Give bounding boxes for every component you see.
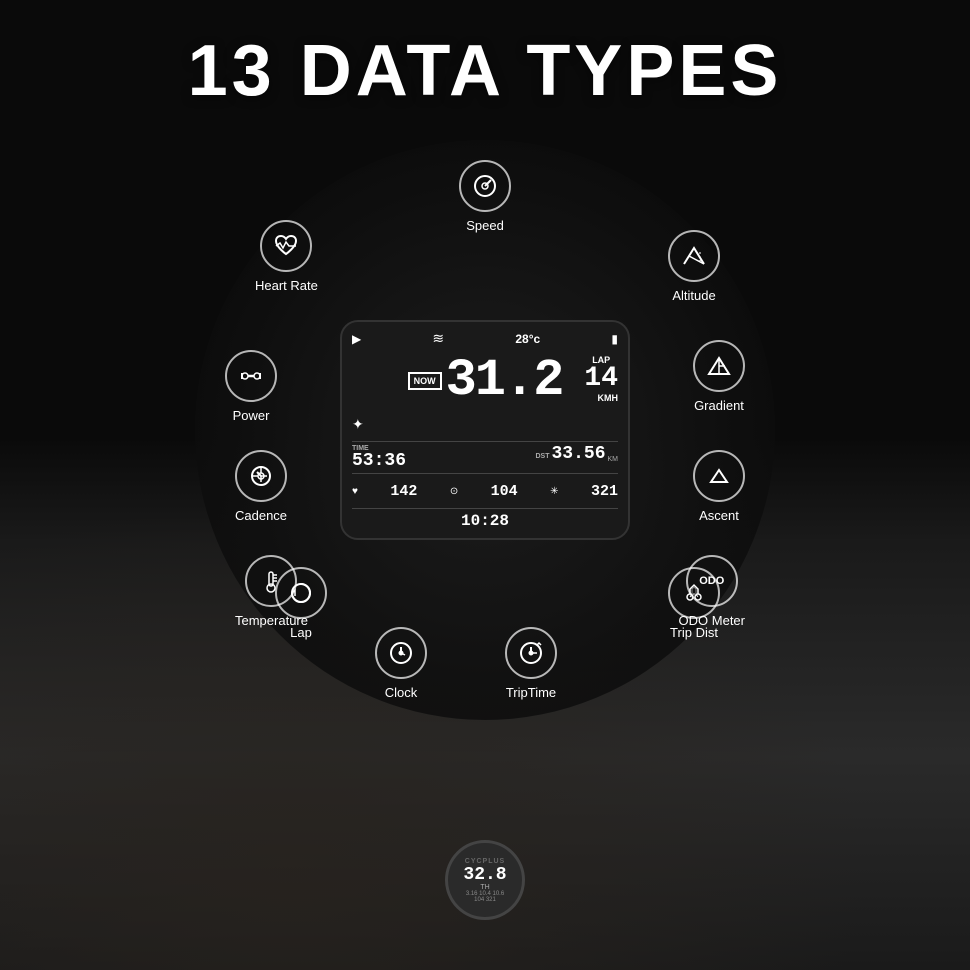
heart-rate-label: Heart Rate [255, 278, 318, 293]
brand-label: CYCPLUS [465, 858, 505, 865]
ascent-label: Ascent [699, 508, 739, 523]
play-icon: ▶ [352, 332, 361, 346]
clock-item: Clock [375, 627, 427, 700]
lap-item: Lap [275, 567, 327, 640]
trip-time-label: TripTime [506, 685, 556, 700]
gradient-item: Gradient [693, 340, 745, 413]
gradient-label: Gradient [694, 398, 744, 413]
lap-label-text: Lap [290, 625, 312, 640]
dst-label: DST [535, 453, 549, 460]
kmh-label: KMH [598, 393, 619, 403]
km-label: KM [608, 456, 619, 463]
small-device-unit: TH [480, 884, 489, 891]
power-value: 321 [591, 483, 618, 500]
trip-dist-label: Trip Dist [670, 625, 718, 640]
small-device: CYCPLUS 32.8 TH 3.16 10.4 10.6 104 321 [445, 840, 525, 920]
trip-dist-item: Trip Dist [668, 567, 720, 640]
speed-label: Speed [466, 218, 504, 233]
cadence-icon: ⊙ [450, 486, 458, 497]
power-icon: ✳ [550, 486, 558, 497]
power-item: Power [225, 350, 277, 423]
cadence-item: Cadence [235, 450, 287, 523]
dst-value: 33.56 [551, 445, 605, 463]
wave-icon: ≋ [432, 330, 444, 347]
time-value: 53:36 [352, 452, 406, 470]
power-label: Power [233, 408, 270, 423]
screen-connect-icon: ✦ [352, 416, 364, 433]
altitude-label: Altitude [672, 288, 715, 303]
small-device-speed: 32.8 [463, 866, 506, 884]
heart-icon: ♥ [352, 486, 358, 497]
cadence-value: 104 [491, 483, 518, 500]
device-screen: ▶ ≋ 28°c ▮ NOW 31.2 LAP 14 KMH ✦ TIME 53… [340, 320, 630, 540]
page-title: 13 DATA TYPES [0, 30, 970, 112]
heart-rate-value: 142 [390, 483, 417, 500]
screen-temperature: 28°c [515, 332, 540, 346]
heart-rate-item: Heart Rate [255, 220, 318, 293]
speed-item: Speed [459, 160, 511, 233]
trip-time-item: TripTime [505, 627, 557, 700]
screen-battery-icon: ▮ [611, 332, 618, 346]
screen-speed-value: 31.2 [446, 355, 563, 407]
small-device-data2: 104 321 [474, 897, 496, 903]
screen-clock-value: 10:28 [461, 512, 509, 530]
main-circle: ▶ ≋ 28°c ▮ NOW 31.2 LAP 14 KMH ✦ TIME 53… [195, 140, 775, 720]
ascent-item: Ascent [693, 450, 745, 523]
clock-label: Clock [385, 685, 418, 700]
lap-number: 14 [584, 365, 618, 393]
altitude-item: Altitude [668, 230, 720, 303]
cadence-label: Cadence [235, 508, 287, 523]
now-badge: NOW [408, 372, 442, 390]
